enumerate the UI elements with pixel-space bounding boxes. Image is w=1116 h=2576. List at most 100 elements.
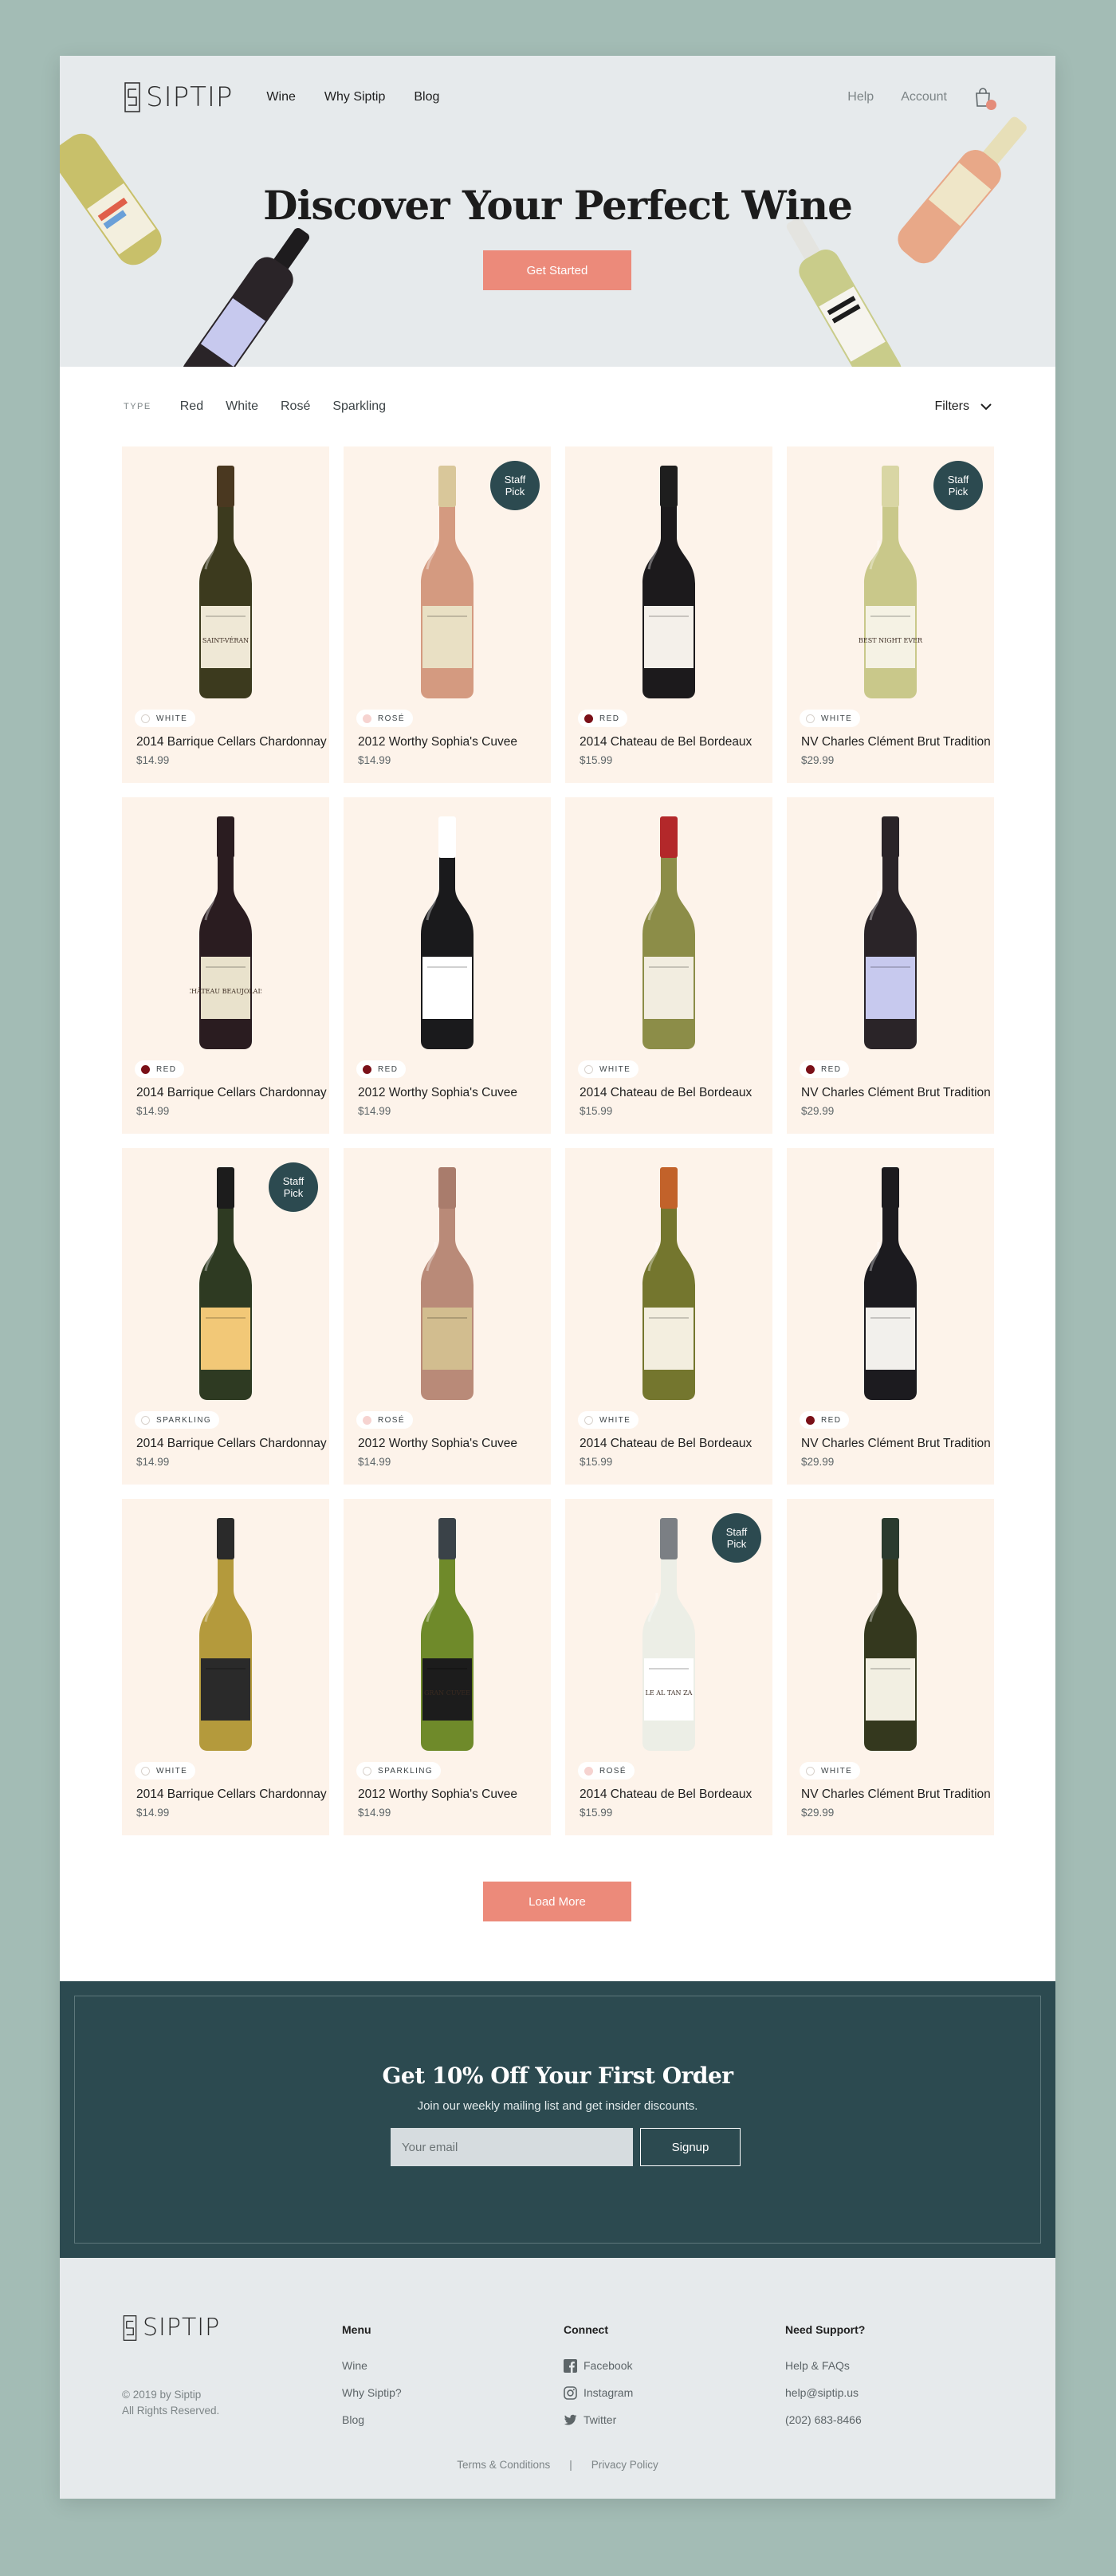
wine-type-dot [584, 1766, 593, 1776]
wine-type-dot [584, 1415, 593, 1425]
product-price: $15.99 [580, 1105, 613, 1117]
footer-link-email[interactable]: help@siptip.us [785, 2379, 865, 2406]
product-card[interactable]: WHITE 2014 Chateau de Bel Bordeaux $15.99 [565, 1148, 772, 1485]
product-price: $29.99 [801, 1456, 835, 1468]
product-image [565, 464, 772, 700]
footer-link-twitter[interactable]: Twitter [564, 2406, 633, 2433]
wine-type-tag: SPARKLING [356, 1762, 442, 1780]
product-card[interactable]: WHITE 2014 Barrique Cellars Chardonnay $14… [122, 1499, 329, 1835]
footer-link-why-siptip[interactable]: Why Siptip? [342, 2379, 402, 2406]
product-card[interactable]: GRAN CUVEE SPARKLING 2012 Worthy Sophia's … [344, 1499, 551, 1835]
product-card[interactable]: Staff Pick ROSÉ 2012 Worthy Sophia's Cuvee… [344, 446, 551, 783]
terms-link[interactable]: Terms & Conditions [457, 2459, 550, 2471]
wine-type-dot [363, 714, 371, 723]
get-started-button[interactable]: Get Started [483, 250, 631, 290]
product-card[interactable]: RED 2014 Chateau de Bel Bordeaux $15.99 [565, 446, 772, 783]
wine-type-dot [141, 1766, 150, 1776]
footer-menu: Menu Wine Why Siptip? Blog [342, 2323, 402, 2433]
footer-link-blog[interactable]: Blog [342, 2406, 402, 2433]
wine-type-label: ROSÉ [599, 1766, 627, 1776]
wine-bottle-icon [199, 1167, 252, 1400]
footer-link-help-faqs[interactable]: Help & FAQs [785, 2352, 865, 2379]
wine-type-dot [363, 1766, 371, 1776]
nav-link-help[interactable]: Help [847, 90, 874, 104]
product-card[interactable]: RED NV Charles Clément Brut Tradition $29.… [787, 797, 994, 1134]
product-price: $14.99 [136, 1807, 170, 1819]
wine-type-label: RED [821, 1064, 842, 1074]
signup-button[interactable]: Signup [640, 2128, 741, 2166]
footer-legal: Terms & Conditions | Privacy Policy [60, 2459, 1055, 2471]
product-card[interactable]: LE AL TAN ZA Staff Pick ROSÉ 2014 Chateau d… [565, 1499, 772, 1835]
wine-type-label: WHITE [821, 714, 853, 723]
wine-type-label: SPARKLING [378, 1766, 434, 1776]
wine-type-tag: RED [356, 1060, 407, 1078]
product-card[interactable]: Staff Pick SPARKLING 2014 Barrique Cellars… [122, 1148, 329, 1485]
product-name: NV Charles Clément Brut Tradition [801, 1787, 991, 1801]
product-price: $14.99 [358, 1807, 391, 1819]
product-card[interactable]: CHÂTEAU BEAUJOLAIS RED 2014 Barrique Cella… [122, 797, 329, 1134]
wine-type-label: ROSÉ [378, 714, 405, 723]
instagram-label: Instagram [584, 2386, 634, 2399]
email-input[interactable] [391, 2128, 633, 2166]
filters-label: Filters [934, 399, 969, 413]
product-image: CHÂTEAU BEAUJOLAIS [122, 815, 329, 1051]
wine-bottle-icon: GRAN CUVEE [421, 1518, 474, 1751]
product-card[interactable]: WHITE 2014 Chateau de Bel Bordeaux $15.99 [565, 797, 772, 1134]
product-card[interactable]: RED NV Charles Clément Brut Tradition $29.… [787, 1148, 994, 1485]
wine-type-tag: ROSÉ [578, 1762, 635, 1780]
bottle-label-text: GRAN CUVEE [424, 1689, 470, 1697]
product-card[interactable]: ROSÉ 2012 Worthy Sophia's Cuvee $14.99 [344, 1148, 551, 1485]
logo[interactable]: SIPTIP [124, 81, 233, 113]
product-name: 2014 Barrique Cellars Chardonnay [136, 1086, 327, 1099]
product-name: 2012 Worthy Sophia's Cuvee [358, 1086, 517, 1099]
bottle-label-text: BEST NIGHT EVER [859, 637, 923, 644]
product-image [344, 1166, 551, 1402]
nav-link-why-siptip[interactable]: Why Siptip [324, 90, 385, 104]
newsletter-title: Get 10% Off Your First Order [382, 2063, 733, 2089]
footer-link-wine[interactable]: Wine [342, 2352, 402, 2379]
wine-bottle-icon [421, 816, 474, 1049]
wine-type-dot [363, 1064, 371, 1074]
twitter-icon [564, 2414, 577, 2425]
type-option-white[interactable]: White [226, 399, 258, 414]
nav-link-account[interactable]: Account [901, 90, 947, 104]
logo-mark-icon [124, 82, 140, 112]
product-card[interactable]: SAINT-VÉRAN WHITE 2014 Barrique Cellars Ch… [122, 446, 329, 783]
footer-link-facebook[interactable]: Facebook [564, 2352, 633, 2379]
wine-type-dot [806, 1766, 815, 1776]
product-price: $14.99 [136, 1456, 170, 1468]
nav-link-blog[interactable]: Blog [414, 90, 439, 104]
footer-link-instagram[interactable]: Instagram [564, 2379, 633, 2406]
privacy-link[interactable]: Privacy Policy [591, 2459, 658, 2471]
nav-link-wine[interactable]: Wine [266, 90, 295, 104]
footer-link-phone[interactable]: (202) 683-8466 [785, 2406, 865, 2433]
wine-type-dot [141, 1415, 150, 1425]
product-name: 2014 Chateau de Bel Bordeaux [580, 1787, 753, 1801]
product-card[interactable]: RED 2012 Worthy Sophia's Cuvee $14.99 [344, 797, 551, 1134]
product-name: NV Charles Clément Brut Tradition [801, 1086, 991, 1099]
instagram-icon [564, 2385, 577, 2400]
wine-bottle-icon [642, 816, 695, 1049]
product-card[interactable]: WHITE NV Charles Clément Brut Tradition $2… [787, 1499, 994, 1835]
filters-button[interactable]: Filters [934, 399, 992, 414]
wine-bottle-icon [421, 466, 474, 698]
type-option-sparkling[interactable]: Sparkling [332, 399, 386, 414]
type-option-rose[interactable]: Rosé [281, 399, 310, 414]
product-image [344, 815, 551, 1051]
footer-logo[interactable]: SIPTIP [122, 2314, 220, 2342]
product-price: $14.99 [358, 1456, 391, 1468]
product-card[interactable]: BEST NIGHT EVER Staff Pick WHITE NV Charles… [787, 446, 994, 783]
type-option-red[interactable]: Red [180, 399, 203, 414]
staff-pick-badge: Staff Pick [490, 461, 540, 510]
top-nav: SIPTIP Wine Why Siptip Blog Help Account [60, 56, 1055, 139]
product-name: 2012 Worthy Sophia's Cuvee [358, 1437, 517, 1450]
wine-type-dot [584, 714, 593, 723]
footer-logo-text: SIPTIP [143, 2314, 221, 2342]
nav-links: Wine Why Siptip Blog [266, 90, 439, 104]
wine-bottle-icon: CHÂTEAU BEAUJOLAIS [190, 816, 261, 1049]
page: SIPTIP Wine Why Siptip Blog Help Account [60, 56, 1055, 2499]
load-more-button[interactable]: Load More [483, 1882, 631, 1921]
type-options: Red White Rosé Sparkling [180, 399, 386, 414]
shopping-bag-button[interactable] [974, 87, 996, 110]
wine-type-label: RED [378, 1064, 399, 1074]
